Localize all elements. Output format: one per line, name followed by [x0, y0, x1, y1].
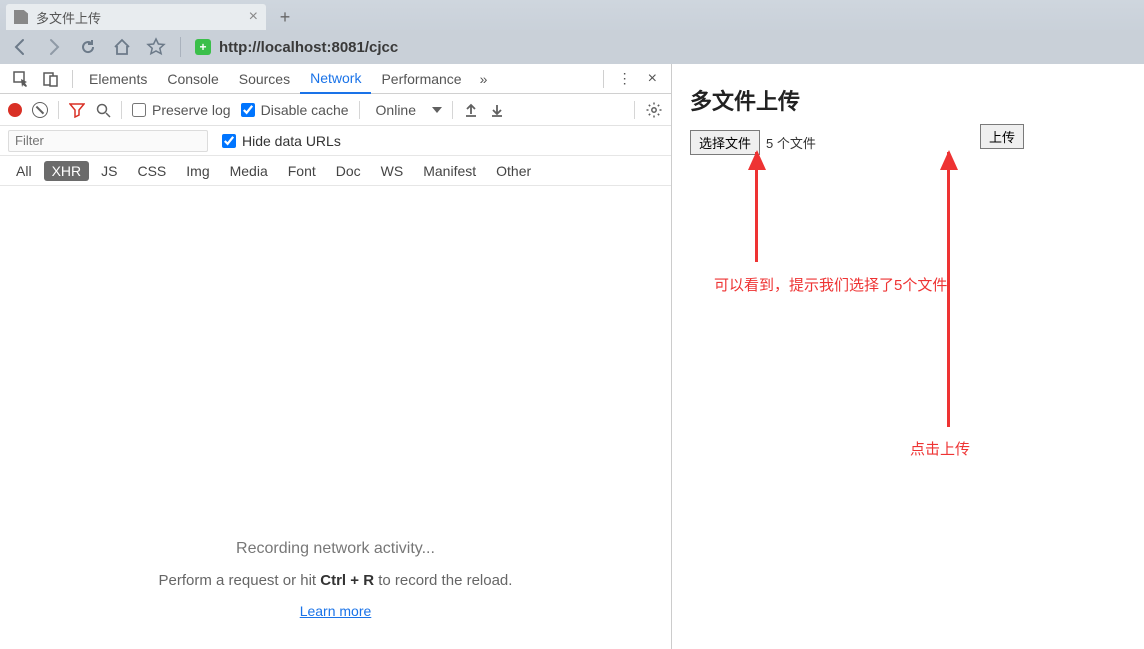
type-filter-css[interactable]: CSS — [129, 161, 174, 181]
tab-console[interactable]: Console — [157, 64, 228, 94]
inspect-element-icon[interactable] — [6, 64, 36, 94]
hide-data-urls-checkbox[interactable]: Hide data URLs — [222, 133, 341, 149]
filter-input[interactable] — [8, 130, 208, 152]
disable-cache-label: Disable cache — [261, 102, 349, 118]
upload-button[interactable]: 上传 — [980, 124, 1024, 149]
device-toolbar-icon[interactable] — [36, 64, 66, 94]
annotation-arrow-icon — [947, 152, 950, 427]
devtools-panel: Elements Console Sources Network Perform… — [0, 64, 672, 649]
network-empty-state: Recording network activity... Perform a … — [0, 186, 671, 649]
tab-performance[interactable]: Performance — [371, 64, 471, 94]
type-filter-media[interactable]: Media — [222, 161, 276, 181]
address-bar[interactable]: + http://localhost:8081/cjcc — [195, 39, 398, 56]
close-tab-icon[interactable]: × — [249, 9, 258, 25]
search-icon[interactable] — [95, 102, 111, 118]
har-download-icon[interactable] — [489, 102, 505, 118]
type-filter-manifest[interactable]: Manifest — [415, 161, 484, 181]
annotation-text-2: 点击上传 — [910, 438, 970, 459]
annotation-text-1: 可以看到，提示我们选择了5个文件 — [714, 274, 947, 295]
filter-toggle-icon[interactable] — [69, 102, 85, 118]
type-filter-xhr[interactable]: XHR — [44, 161, 90, 181]
throttling-caret-icon[interactable] — [432, 107, 442, 113]
type-filter-doc[interactable]: Doc — [328, 161, 369, 181]
page-title: 多文件上传 — [690, 84, 1126, 116]
type-filter-ws[interactable]: WS — [373, 161, 412, 181]
tab-network[interactable]: Network — [300, 64, 371, 94]
close-devtools-button[interactable]: × — [640, 70, 665, 88]
type-filter-other[interactable]: Other — [488, 161, 539, 181]
learn-more-link[interactable]: Learn more — [300, 603, 372, 619]
annotation-arrow-icon — [755, 152, 758, 262]
preserve-log-label: Preserve log — [152, 102, 231, 118]
tab-title: 多文件上传 — [36, 8, 101, 27]
type-filter-row: All XHR JS CSS Img Media Font Doc WS Man… — [0, 156, 671, 186]
type-filter-all[interactable]: All — [8, 161, 40, 181]
browser-tab[interactable]: 多文件上传 × — [6, 4, 266, 30]
throttling-value: Online — [376, 102, 416, 118]
page-icon — [14, 10, 28, 24]
tab-elements[interactable]: Elements — [79, 64, 157, 94]
new-tab-button[interactable]: + — [272, 7, 298, 27]
forward-button[interactable] — [44, 37, 64, 57]
disable-cache-input[interactable] — [241, 103, 255, 117]
empty-line2: Perform a request or hit Ctrl + R to rec… — [159, 572, 513, 589]
disable-cache-checkbox[interactable]: Disable cache — [241, 102, 349, 118]
back-button[interactable] — [10, 37, 30, 57]
settings-gear-icon[interactable] — [645, 101, 663, 119]
record-button[interactable] — [8, 103, 22, 117]
reload-button[interactable] — [78, 37, 98, 57]
url-text: http://localhost:8081/cjcc — [219, 39, 398, 56]
site-security-badge: + — [195, 39, 211, 55]
home-button[interactable] — [112, 37, 132, 57]
type-filter-js[interactable]: JS — [93, 161, 125, 181]
hide-data-urls-label: Hide data URLs — [242, 133, 341, 149]
page-content: 多文件上传 选择文件 5 个文件 上传 可以看到，提示我们选择了5个文件 点击上… — [672, 64, 1144, 649]
type-filter-font[interactable]: Font — [280, 161, 324, 181]
tab-sources[interactable]: Sources — [229, 64, 300, 94]
more-tabs-button[interactable]: » — [472, 71, 496, 87]
hide-data-urls-input[interactable] — [222, 134, 236, 148]
clear-button[interactable] — [32, 102, 48, 118]
devtools-menu-button[interactable]: ⋮ — [610, 70, 640, 87]
preserve-log-checkbox[interactable]: Preserve log — [132, 102, 231, 118]
empty-line1: Recording network activity... — [236, 540, 435, 558]
preserve-log-input[interactable] — [132, 103, 146, 117]
type-filter-img[interactable]: Img — [178, 161, 217, 181]
throttling-select[interactable]: Online — [370, 102, 422, 118]
har-upload-icon[interactable] — [463, 102, 479, 118]
file-count-text: 5 个文件 — [766, 133, 816, 152]
favorite-button[interactable] — [146, 37, 166, 57]
